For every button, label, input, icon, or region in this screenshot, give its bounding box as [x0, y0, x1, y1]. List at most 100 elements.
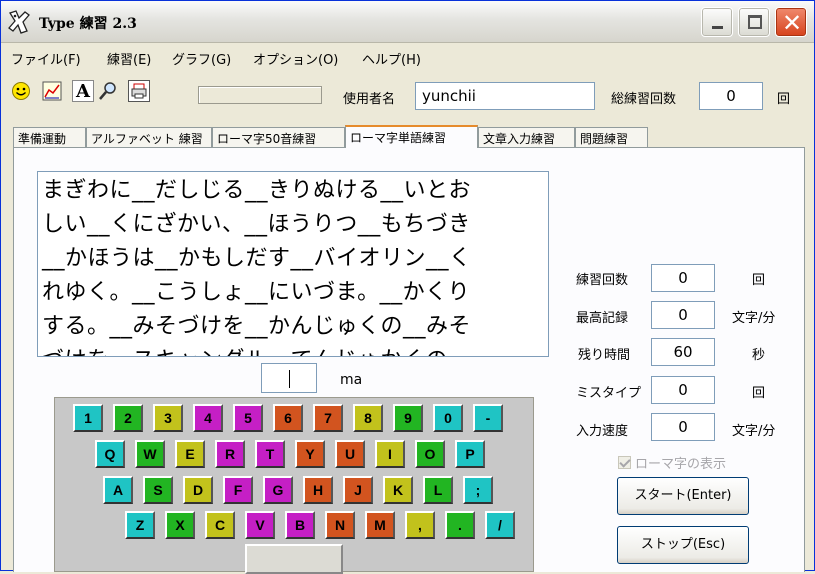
key[interactable]: G	[263, 476, 293, 504]
key[interactable]: 8	[353, 404, 383, 432]
tab-romaji-words[interactable]: ローマ字単語練習	[345, 125, 478, 148]
key[interactable]: V	[245, 511, 275, 539]
key[interactable]: Q	[95, 440, 125, 468]
smiley-icon[interactable]	[10, 80, 32, 102]
tab-sentence[interactable]: 文章入力練習	[478, 127, 575, 147]
practice-line: する。__みそづけを__かんじゅくの__みそ	[42, 314, 472, 339]
key[interactable]: Z	[125, 511, 155, 539]
menu-options[interactable]: オプション(O)	[253, 49, 338, 68]
key[interactable]: ;	[463, 476, 493, 504]
window-title: Type 練習 2.3	[39, 16, 137, 32]
key[interactable]: W	[135, 440, 165, 468]
key[interactable]: I	[375, 440, 405, 468]
toolbar: A 使用者名 yunchii 総練習回数 0 回	[1, 77, 814, 111]
input-speed-unit: 文字/分	[732, 424, 776, 439]
key[interactable]: J	[343, 476, 373, 504]
space-key[interactable]	[245, 544, 343, 574]
key[interactable]: T	[255, 440, 285, 468]
typing-input[interactable]	[261, 363, 317, 393]
menu-bar: ファイル(F) 練習(E) グラフ(G) オプション(O) ヘルプ(H)	[1, 45, 814, 69]
key[interactable]: 1	[73, 404, 103, 432]
text-caret	[289, 370, 290, 388]
progress-bar	[198, 86, 322, 104]
best-record-value: 0	[651, 301, 715, 329]
printer-icon[interactable]	[128, 80, 150, 102]
practice-line: づけを__スキャンダル__てんじゅかくの	[42, 344, 544, 356]
user-name-field[interactable]: yunchii	[415, 82, 595, 110]
tab-alphabet[interactable]: アルファベット 練習	[86, 127, 212, 147]
key[interactable]: N	[325, 511, 355, 539]
practice-line: れゆく。__こうしょ__にいづま。__かくり	[42, 280, 471, 305]
maximize-button[interactable]	[738, 7, 770, 37]
key[interactable]: U	[335, 440, 365, 468]
tab-problems[interactable]: 問題練習	[575, 127, 648, 147]
app-logo-icon	[7, 9, 33, 35]
key[interactable]: 5	[233, 404, 263, 432]
key[interactable]: E	[175, 440, 205, 468]
key[interactable]: D	[183, 476, 213, 504]
key[interactable]: O	[415, 440, 445, 468]
menu-help[interactable]: ヘルプ(H)	[362, 49, 421, 68]
practice-line: __かほうは__かもしだす__バイオリン__く	[42, 246, 472, 271]
time-left-label: 残り時間	[578, 348, 631, 363]
key[interactable]: .	[445, 511, 475, 539]
mistype-value: 0	[651, 376, 715, 404]
key[interactable]: P	[455, 440, 485, 468]
time-left-unit: 秒	[752, 348, 766, 363]
best-record-label: 最高記録	[576, 311, 629, 326]
key[interactable]: 0	[433, 404, 463, 432]
key[interactable]: S	[143, 476, 173, 504]
key[interactable]: 2	[113, 404, 143, 432]
total-practice-label: 総練習回数	[611, 92, 677, 107]
key[interactable]: -	[473, 404, 503, 432]
key[interactable]: 4	[193, 404, 223, 432]
key[interactable]: 6	[273, 404, 303, 432]
key[interactable]: L	[423, 476, 453, 504]
key[interactable]: /	[485, 511, 515, 539]
maximize-icon	[748, 15, 762, 29]
minimize-icon	[712, 26, 723, 29]
romaji-hint: ma	[340, 372, 363, 388]
key[interactable]: Y	[295, 440, 325, 468]
start-button[interactable]: スタート(Enter)	[617, 477, 749, 515]
stop-button[interactable]: ストップ(Esc)	[617, 526, 749, 564]
key[interactable]: 3	[153, 404, 183, 432]
tab-romaji-50[interactable]: ローマ字50音練習	[212, 127, 345, 147]
minimize-button[interactable]	[701, 7, 733, 37]
mistype-unit: 回	[752, 386, 766, 401]
close-button[interactable]: ✕	[775, 7, 807, 37]
menu-file[interactable]: ファイル(F)	[11, 49, 81, 68]
key[interactable]: ,	[405, 511, 435, 539]
key[interactable]: 9	[393, 404, 423, 432]
key[interactable]: C	[205, 511, 235, 539]
practice-count-value: 0	[651, 264, 715, 292]
tab-warmup[interactable]: 準備運動	[13, 127, 86, 147]
input-speed-label: 入力速度	[576, 424, 629, 439]
title-bar[interactable]: Type 練習 2.3 ✕	[1, 1, 814, 43]
key[interactable]: B	[285, 511, 315, 539]
menu-graph[interactable]: グラフ(G)	[172, 49, 231, 68]
practice-line: まぎわに__だしじる__きりぬける__いとお	[42, 178, 472, 203]
total-practice-count: 0	[699, 82, 763, 110]
mistype-label: ミスタイプ	[576, 386, 642, 401]
practice-count-label: 練習回数	[576, 273, 629, 288]
key[interactable]: H	[303, 476, 333, 504]
practice-text-area: まぎわに__だしじる__きりぬける__いとお しい__くにざかい、__ほうりつ_…	[37, 171, 549, 357]
key[interactable]: M	[365, 511, 395, 539]
key[interactable]: K	[383, 476, 413, 504]
graph-icon[interactable]	[41, 80, 63, 102]
total-practice-unit: 回	[777, 92, 791, 107]
key[interactable]: R	[215, 440, 245, 468]
font-icon[interactable]: A	[72, 80, 94, 102]
key[interactable]: F	[223, 476, 253, 504]
search-icon[interactable]	[97, 80, 119, 102]
best-record-unit: 文字/分	[732, 311, 776, 326]
menu-practice[interactable]: 練習(E)	[107, 49, 151, 68]
app-window: Type 練習 2.3 ✕ ファイル(F) 練習(E) グラフ(G) オプション…	[0, 0, 815, 574]
romaji-display-checkbox[interactable]: ローマ字の表示	[618, 453, 726, 472]
key[interactable]: X	[165, 511, 195, 539]
key[interactable]: A	[103, 476, 133, 504]
key[interactable]: 7	[313, 404, 343, 432]
romaji-display-label: ローマ字の表示	[635, 457, 727, 472]
time-left-value: 60	[651, 338, 715, 366]
